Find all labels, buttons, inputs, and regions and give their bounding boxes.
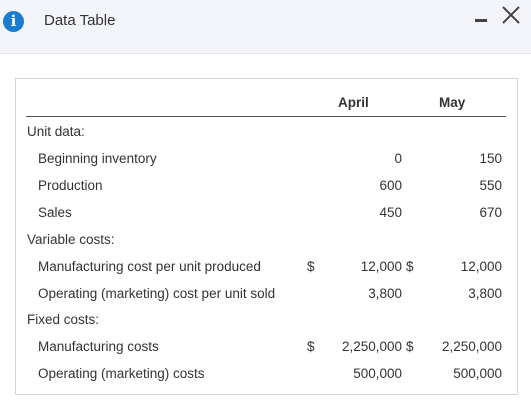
cell-april-operating-cost-per-unit: 3,800 [368, 286, 402, 301]
cell-april-production: 600 [379, 178, 402, 193]
cell-may-beginning-inventory: 150 [479, 151, 502, 166]
cell-april-manufacturing-cost-per-unit: 12,000 [360, 259, 402, 274]
cell-may-manufacturing-cost-per-unit: 12,000 [460, 259, 502, 274]
cell-april-operating-costs: 500,000 [353, 366, 402, 381]
close-icon[interactable] [500, 4, 522, 26]
row-label-manufacturing-cost-per-unit: Manufacturing cost per unit produced [38, 259, 261, 274]
cell-april-sales: 450 [379, 205, 402, 220]
cell-may-production: 550 [479, 178, 502, 193]
cell-april-manufacturing-costs: 2,250,000 [341, 339, 402, 354]
section-label-unit-data: Unit data: [27, 124, 85, 139]
row-label-sales: Sales [38, 205, 72, 220]
header-rule [26, 116, 506, 117]
data-table-panel: April May Unit data: Beginning inventory… [15, 78, 518, 395]
row-label-beginning-inventory: Beginning inventory [38, 151, 157, 166]
dialog-title: Data Table [44, 12, 116, 29]
section-label-fixed-costs: Fixed costs: [27, 312, 100, 327]
info-icon: i [3, 11, 24, 32]
minimize-icon[interactable] [475, 19, 487, 22]
currency-april-manufacturing-cost-per-unit: $ [307, 259, 315, 274]
cell-may-manufacturing-costs: 2,250,000 [441, 339, 502, 354]
column-header-may: May [439, 95, 466, 110]
row-label-operating-cost-per-unit: Operating (marketing) cost per unit sold [38, 286, 276, 301]
currency-may-manufacturing-costs: $ [406, 339, 414, 354]
cell-may-operating-costs: 500,000 [453, 366, 502, 381]
column-header-april: April [338, 95, 369, 110]
row-label-manufacturing-costs: Manufacturing costs [38, 339, 159, 354]
section-label-variable-costs: Variable costs: [27, 232, 115, 247]
cell-may-sales: 670 [479, 205, 502, 220]
row-label-production: Production [38, 178, 103, 193]
currency-april-manufacturing-costs: $ [307, 339, 315, 354]
cell-may-operating-cost-per-unit: 3,800 [468, 286, 502, 301]
currency-may-manufacturing-cost-per-unit: $ [406, 259, 414, 274]
cell-april-beginning-inventory: 0 [394, 151, 402, 166]
dialog-title-bar: i Data Table [0, 0, 531, 54]
row-label-operating-costs: Operating (marketing) costs [38, 366, 205, 381]
